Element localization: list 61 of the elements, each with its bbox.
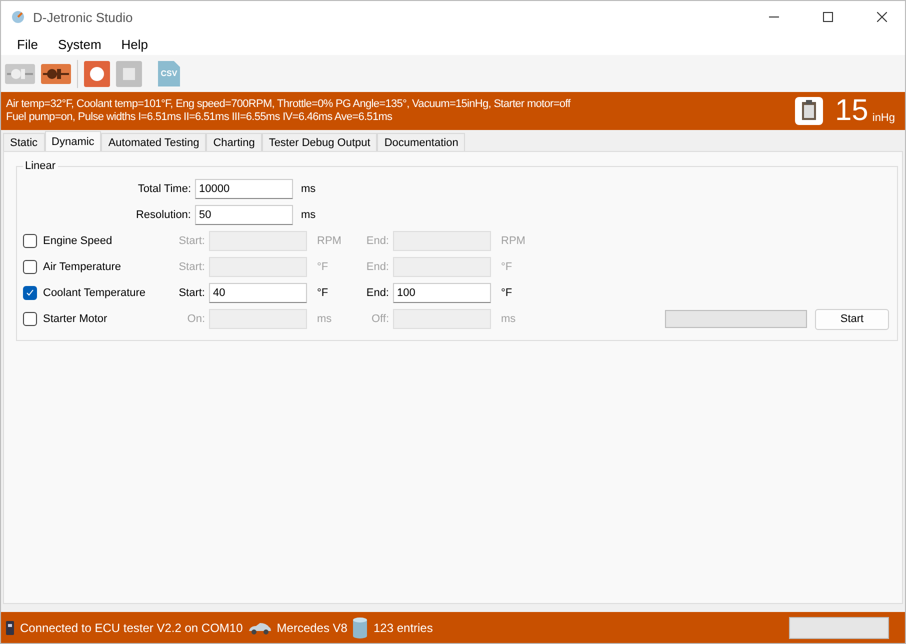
menu-item[interactable]: System: [48, 36, 112, 52]
unit-label: °F: [316, 287, 330, 299]
vehicle-name: Mercedes V8: [276, 620, 348, 634]
close-icon[interactable]: [877, 12, 887, 22]
unit-label: °F: [316, 261, 330, 273]
checkmark-icon: [26, 289, 34, 297]
menu-item[interactable]: File: [7, 36, 48, 52]
unit-label: RPM: [316, 235, 342, 247]
plug-icon[interactable]: [41, 62, 71, 84]
field-label: Start:: [178, 261, 206, 273]
input-field[interactable]: 10000: [195, 179, 293, 199]
checkbox[interactable]: [23, 286, 37, 300]
field-label: Off:: [370, 313, 390, 325]
unit-label: °F: [500, 287, 514, 299]
checkbox[interactable]: [23, 260, 37, 274]
start-button[interactable]: Start: [815, 308, 889, 330]
maximize-icon[interactable]: [823, 12, 833, 22]
checkbox[interactable]: [23, 234, 37, 248]
field-label: Resolution:: [134, 209, 192, 221]
tab[interactable]: Static: [3, 133, 45, 151]
record-icon[interactable]: [84, 60, 110, 86]
input-field[interactable]: 50: [195, 205, 293, 225]
unit-label: ms: [316, 313, 333, 325]
input-field[interactable]: 100: [393, 283, 491, 303]
unit-label: °F: [500, 261, 514, 273]
checkbox[interactable]: [23, 312, 37, 326]
field-label: End:: [365, 287, 390, 299]
tab[interactable]: Tester Debug Output: [262, 133, 378, 151]
tab[interactable]: Documentation: [377, 133, 466, 151]
group-title: Linear: [24, 160, 57, 172]
checkbox-label: Starter Motor: [43, 313, 108, 325]
unit-label: ms: [300, 209, 317, 221]
menu-item[interactable]: Help: [111, 36, 158, 52]
tab[interactable]: Dynamic: [44, 131, 102, 151]
database-icon: [352, 616, 368, 638]
checkbox-label: Coolant Temperature: [43, 287, 147, 299]
entry-count: 123 entries: [373, 620, 433, 634]
field-label: On:: [186, 313, 206, 325]
field-label: Start:: [178, 235, 206, 247]
tab[interactable]: Automated Testing: [101, 133, 206, 151]
unit-label: RPM: [500, 235, 526, 247]
app-logo-icon: [11, 10, 25, 24]
car-icon: [248, 620, 272, 634]
tab[interactable]: Charting: [206, 133, 262, 151]
vacuum-unit: inHg: [872, 112, 895, 124]
field-label: End:: [365, 261, 390, 273]
status-readout: Air temp=32°F, Coolant temp=101°F, Eng speed=700RPM, Throttle=0% PG Angle=135°, Vacuum=15inHg, Starter motor=off: [6, 98, 572, 111]
connection-status: Connected to ECU tester V2.2 on COM10: [20, 620, 243, 634]
vacuum-reading: 15: [835, 94, 868, 128]
field-label: End:: [365, 235, 390, 247]
input-field[interactable]: 40: [209, 283, 307, 303]
field-label: Start:: [178, 287, 206, 299]
status-readout: Fuel pump=on, Pulse widths I=6.51ms II=6.51ms III=6.55ms IV=6.46ms Ave=6.51ms: [6, 111, 394, 124]
unit-label: ms: [500, 313, 517, 325]
unit-label: ms: [300, 183, 317, 195]
device-icon: [5, 620, 15, 636]
checkbox-label: Engine Speed: [43, 235, 114, 247]
window-title: D-Jetronic Studio: [33, 10, 134, 24]
field-label: Total Time:: [136, 183, 192, 195]
checkbox-label: Air Temperature: [43, 261, 122, 273]
clipboard-icon[interactable]: [795, 97, 823, 125]
